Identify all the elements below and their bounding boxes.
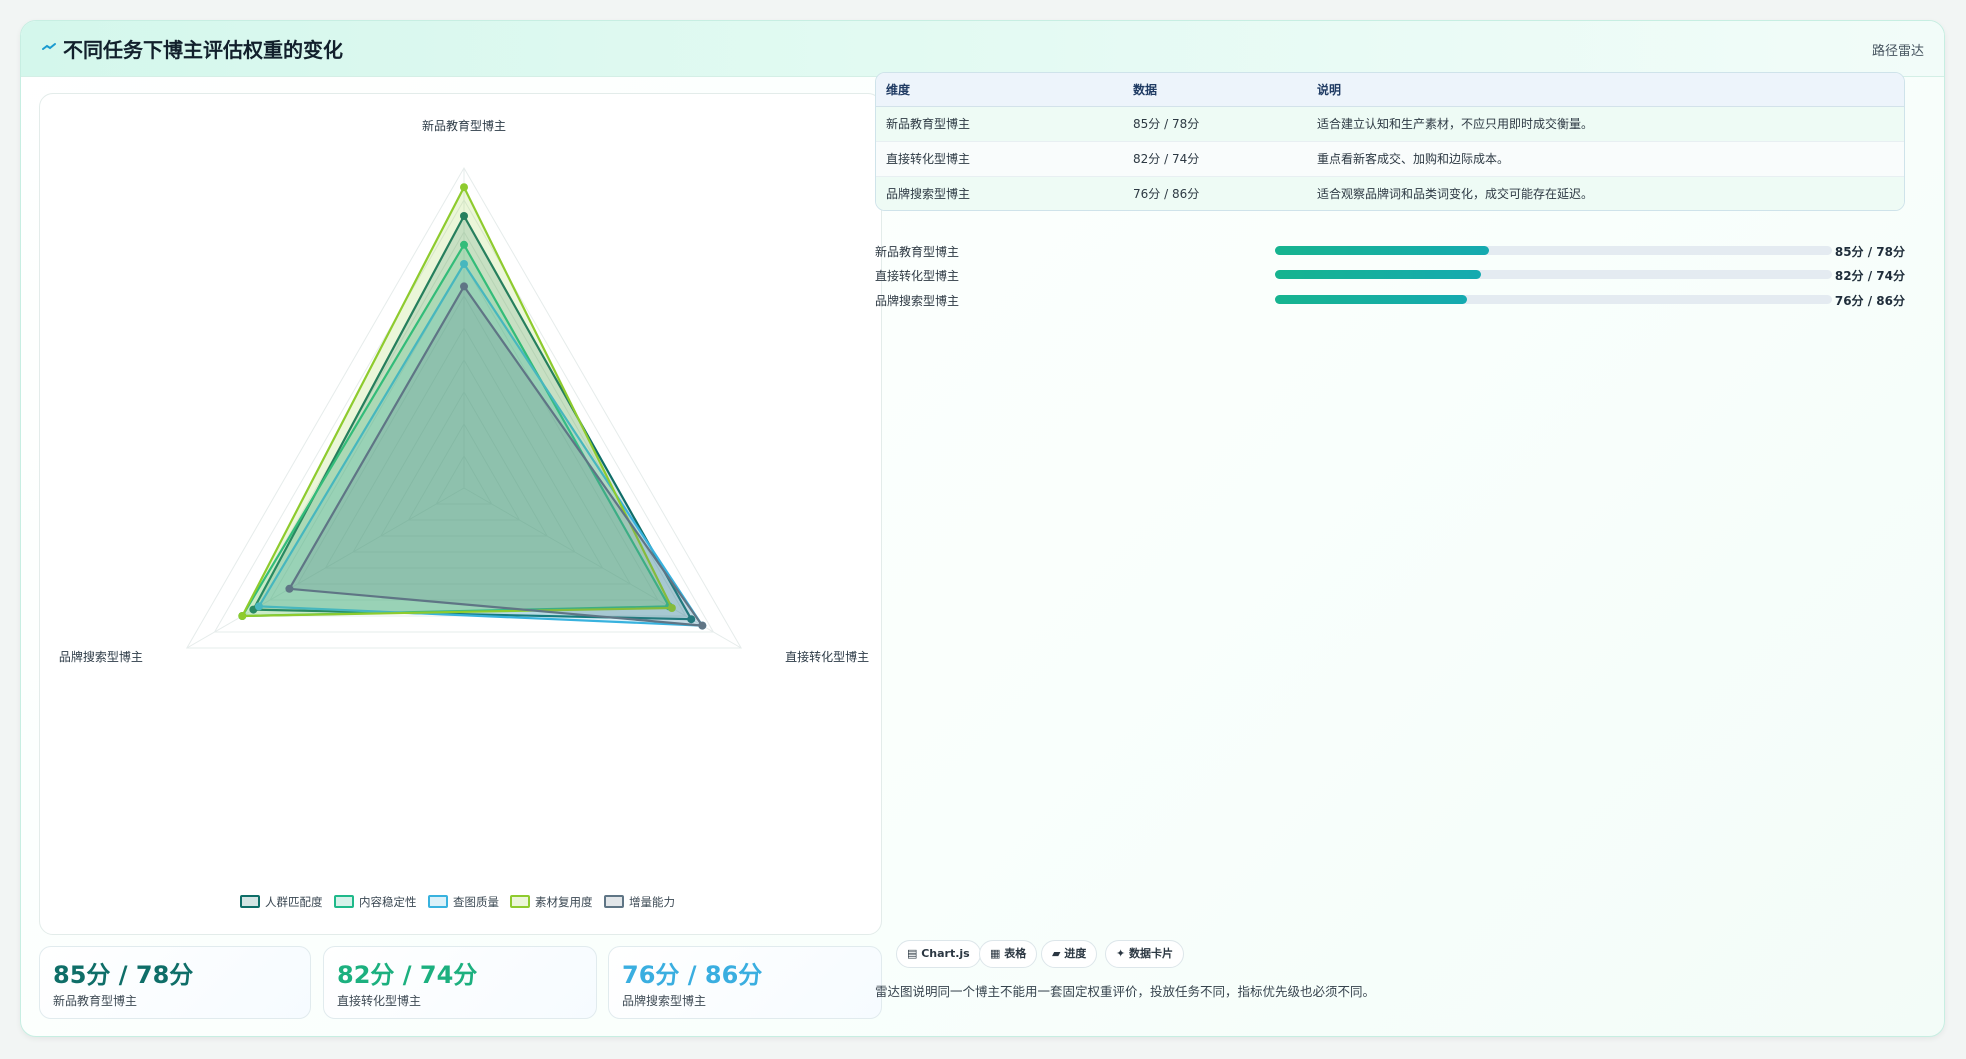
legend-swatch-0	[240, 895, 260, 908]
stat-value: 85分 / 78分	[53, 961, 194, 989]
stat-value: 82分 / 74分	[337, 961, 478, 989]
radar-chart-panel: 新品教育型博主直接转化型博主 品牌搜索型博主人群匹配度 内容稳定性 查图质量 素材复用度…	[39, 93, 882, 935]
chip-table[interactable]: ▦ 表格	[979, 940, 1038, 968]
stat-label: 品牌搜索型博主	[622, 994, 707, 1008]
radar-point	[460, 282, 468, 291]
legend-label-3: 素材复用度	[535, 895, 593, 909]
chip-chartjs[interactable]: ▤ Chart.js	[896, 940, 981, 968]
stat-label: 新品教育型博主	[53, 994, 138, 1008]
stat-card-0: 85分 / 78分 新品教育型博主	[39, 946, 311, 1019]
data-table: 维度 数据 说明 新品教育型博主 85分 / 78分 适合建立认知和生产素材，不…	[875, 72, 1905, 211]
header-bar: 不同任务下博主评估权重的变化 路径雷达	[21, 21, 1944, 77]
progress-label: 新品教育型博主	[875, 245, 960, 259]
legend-swatch-3	[510, 895, 530, 908]
table-cell: 新品教育型博主	[876, 105, 1123, 141]
progress-fill	[1275, 246, 1490, 255]
table-row: 新品教育型博主 85分 / 78分 适合建立认知和生产素材，不应只用即时成交衡量…	[876, 105, 1904, 141]
progress-label: 品牌搜索型博主	[875, 294, 960, 308]
legend-label-0: 人群匹配度	[265, 895, 323, 909]
chip-progress[interactable]: ▰ 进度	[1041, 940, 1098, 968]
progress-value: 76分 / 86分	[1834, 294, 1905, 308]
table-cell: 85分 / 78分	[1123, 105, 1307, 141]
page-title: 不同任务下博主评估权重的变化	[63, 38, 343, 62]
radar-point	[698, 621, 707, 630]
table-cell: 适合观察品牌词和品类词变化，成交可能存在延迟。	[1307, 175, 1904, 210]
radar-chart: 新品教育型博主直接转化型博主 品牌搜索型博主人群匹配度 内容稳定性 查图质量 素材复用度…	[59, 118, 869, 909]
stat-card-1: 82分 / 74分 直接转化型博主	[323, 946, 597, 1019]
legend-label-4: 增量能力	[629, 895, 675, 909]
progress-row-2: 品牌搜索型博主 76分 / 86分	[875, 289, 1905, 309]
progress-fill	[1275, 295, 1468, 304]
legend-swatch-1	[334, 895, 354, 908]
table-header-cell: 数据	[1123, 73, 1307, 107]
header-right-label: 路径雷达	[1871, 44, 1924, 59]
radar-point	[238, 612, 247, 620]
table-cell: 品牌搜索型博主	[876, 175, 1123, 210]
table-header-cell: 维度	[876, 73, 1123, 107]
footer-note: 雷达图说明同一个博主不能用一套固定权重评价，投放任务不同，指标优先级也必须不同。	[875, 984, 1376, 999]
table-row: 直接转化型博主 82分 / 74分 重点看新客成交、加购和边际成本。	[876, 140, 1904, 176]
table-cell: 重点看新客成交、加购和边际成本。	[1307, 140, 1904, 176]
table-cell: 82分 / 74分	[1123, 140, 1307, 176]
axis-label-2: 品牌搜索型博主	[59, 649, 143, 664]
radar-point	[460, 183, 468, 192]
stat-card-2: 76分 / 86分 品牌搜索型博主	[608, 946, 882, 1019]
progress-track	[1275, 295, 1832, 304]
progress-row-0: 新品教育型博主 85分 / 78分	[875, 240, 1905, 260]
table-header-cell: 说明	[1307, 73, 1904, 107]
legend-swatch-4	[604, 895, 624, 908]
legend-swatch-2	[428, 895, 448, 908]
progress-label: 直接转化型博主	[875, 269, 960, 283]
progress-value: 82分 / 74分	[1834, 269, 1905, 283]
progress-value: 85分 / 78分	[1834, 245, 1905, 259]
chip-data-cards[interactable]: ✦ 数据卡片	[1105, 940, 1185, 968]
progress-fill	[1275, 270, 1482, 279]
trend-icon	[42, 43, 56, 50]
radar-point	[285, 584, 294, 593]
table-cell: 76分 / 86分	[1123, 175, 1307, 210]
stat-value: 76分 / 86分	[622, 961, 763, 989]
legend-label-1: 内容稳定性	[359, 895, 417, 909]
table-cell: 适合建立认知和生产素材，不应只用即时成交衡量。	[1307, 105, 1904, 141]
progress-row-1: 直接转化型博主 82分 / 74分	[875, 264, 1905, 284]
progress-track	[1275, 270, 1832, 279]
progress-track	[1275, 246, 1832, 255]
axis-label-1: 直接转化型博主	[785, 649, 869, 664]
axis-label-0: 新品教育型博主	[422, 118, 506, 133]
legend-label-2: 查图质量	[453, 895, 499, 909]
table-row: 品牌搜索型博主 76分 / 86分 适合观察品牌词和品类词变化，成交可能存在延迟…	[876, 175, 1904, 210]
stat-label: 直接转化型博主	[337, 994, 422, 1008]
table-cell: 直接转化型博主	[876, 140, 1123, 176]
table-header-row: 维度 数据 说明	[876, 73, 1904, 107]
